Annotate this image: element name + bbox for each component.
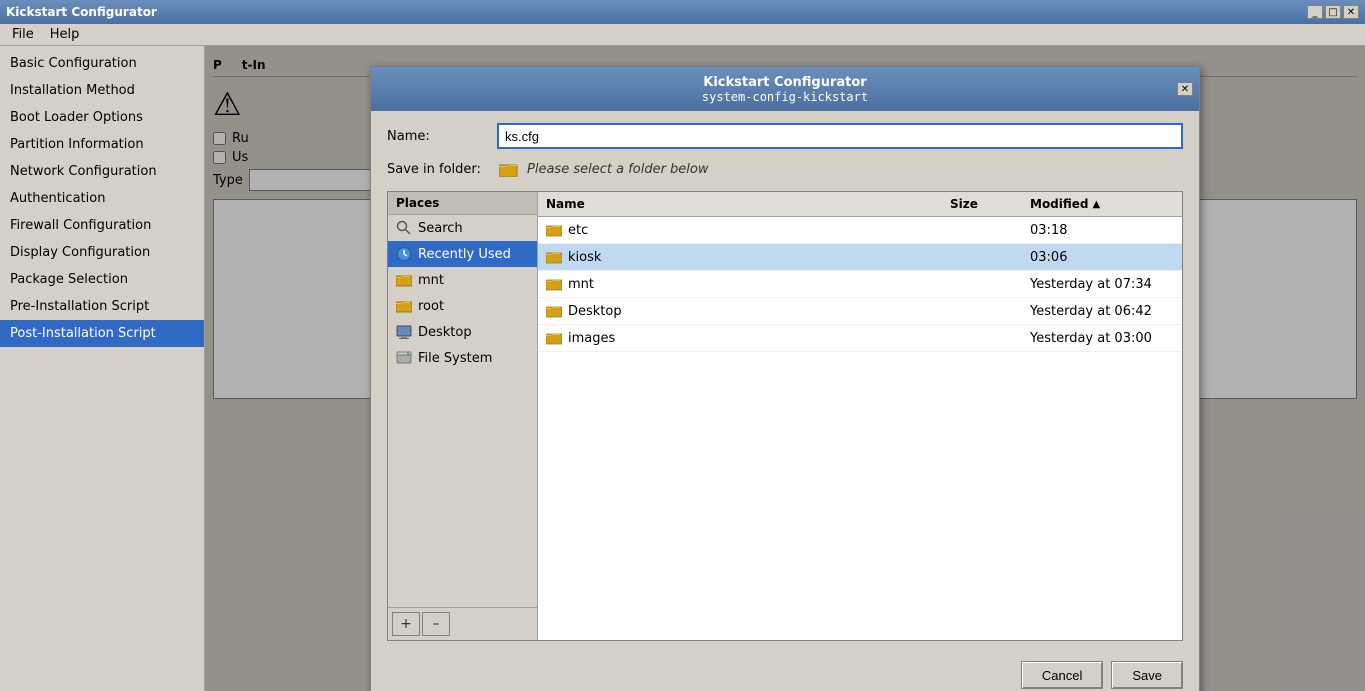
places-item-search[interactable]: Search (388, 215, 537, 241)
main-content: P t-In ⚠ Ru Us Type (205, 46, 1365, 691)
file-modified-etc: 03:18 (1022, 221, 1182, 240)
save-folder-row: Save in folder: Please select a folder b… (387, 159, 1183, 179)
folder-svg-icon (499, 161, 519, 177)
filename-input[interactable] (497, 123, 1183, 149)
file-row-mnt[interactable]: mnt Yesterday at 07:34 (538, 271, 1182, 298)
name-label: Name: (387, 129, 497, 144)
folder-browse-icon[interactable] (497, 159, 521, 179)
places-header: Places (388, 192, 537, 215)
modal-overlay: Kickstart Configurator system-config-kic… (205, 46, 1365, 691)
cancel-button[interactable]: Cancel (1021, 661, 1103, 689)
files-list: etc 03:18 (538, 217, 1182, 640)
sidebar-item-partition-info[interactable]: Partition Information (0, 131, 204, 158)
close-button[interactable]: ✕ (1343, 5, 1359, 19)
sidebar: Basic Configuration Installation Method … (0, 46, 205, 691)
file-name-images: images (538, 328, 942, 348)
filesystem-icon (396, 350, 412, 366)
folder-kiosk-icon (546, 249, 562, 265)
sidebar-item-firewall-config[interactable]: Firewall Configuration (0, 212, 204, 239)
minimize-button[interactable]: _ (1307, 5, 1323, 19)
file-name-mnt: mnt (538, 274, 942, 294)
app-title: Kickstart Configurator (6, 5, 157, 19)
sidebar-item-basic-config[interactable]: Basic Configuration (0, 50, 204, 77)
remove-place-button[interactable]: – (422, 612, 450, 636)
app-body: Basic Configuration Installation Method … (0, 46, 1365, 691)
dialog-title: Kickstart Configurator (703, 75, 866, 90)
sidebar-item-network-config[interactable]: Network Configuration (0, 158, 204, 185)
desktop-icon (396, 324, 412, 340)
file-size-etc (942, 228, 1022, 232)
places-item-filesystem[interactable]: File System (388, 345, 537, 371)
app-titlebar: Kickstart Configurator _ □ ✕ (0, 0, 1365, 24)
sidebar-item-package-selection[interactable]: Package Selection (0, 266, 204, 293)
file-row-desktop[interactable]: Desktop Yesterday at 06:42 (538, 298, 1182, 325)
file-modified-desktop: Yesterday at 06:42 (1022, 302, 1182, 321)
folder-root-icon (396, 298, 412, 314)
folder-mnt-file-icon (546, 276, 562, 292)
dialog-actions: Cancel Save (387, 653, 1183, 691)
folder-desktop-file-icon (546, 303, 562, 319)
sidebar-item-display-config[interactable]: Display Configuration (0, 239, 204, 266)
name-row: Name: (387, 123, 1183, 149)
search-icon (396, 220, 412, 236)
clock-icon (396, 246, 412, 262)
folder-images-icon (546, 330, 562, 346)
col-header-size[interactable]: Size (942, 195, 1022, 213)
places-item-mnt-label: mnt (418, 273, 444, 288)
places-panel: Places Search (388, 192, 538, 640)
places-item-mnt[interactable]: mnt (388, 267, 537, 293)
file-modified-mnt: Yesterday at 07:34 (1022, 275, 1182, 294)
places-item-desktop-label: Desktop (418, 325, 472, 340)
sidebar-item-authentication[interactable]: Authentication (0, 185, 204, 212)
files-panel: Name Size Modified ▲ (538, 192, 1182, 640)
places-item-root-label: root (418, 299, 444, 314)
places-item-recently-used[interactable]: Recently Used (388, 241, 537, 267)
add-place-button[interactable]: + (392, 612, 420, 636)
file-size-desktop (942, 309, 1022, 313)
save-dialog: Kickstart Configurator system-config-kic… (370, 66, 1200, 691)
file-row-kiosk[interactable]: kiosk 03:06 (538, 244, 1182, 271)
titlebar-buttons: _ □ ✕ (1307, 5, 1359, 19)
save-folder-label: Save in folder: (387, 162, 497, 177)
places-item-filesystem-label: File System (418, 351, 492, 366)
menu-file[interactable]: File (4, 25, 42, 44)
file-name-etc: etc (538, 220, 942, 240)
maximize-button[interactable]: □ (1325, 5, 1341, 19)
places-bottom-bar: + – (388, 607, 537, 640)
sidebar-item-pre-install[interactable]: Pre-Installation Script (0, 293, 204, 320)
file-row-etc[interactable]: etc 03:18 (538, 217, 1182, 244)
col-header-modified[interactable]: Modified ▲ (1022, 195, 1182, 213)
folder-etc-icon (546, 222, 562, 238)
file-size-mnt (942, 282, 1022, 286)
places-item-root[interactable]: root (388, 293, 537, 319)
app-window: Kickstart Configurator _ □ ✕ File Help B… (0, 0, 1365, 691)
places-item-desktop[interactable]: Desktop (388, 319, 537, 345)
file-browser: Places Search (387, 191, 1183, 641)
menu-help[interactable]: Help (42, 25, 88, 44)
file-name-desktop: Desktop (538, 301, 942, 321)
file-size-kiosk (942, 255, 1022, 259)
files-header: Name Size Modified ▲ (538, 192, 1182, 217)
save-button[interactable]: Save (1111, 661, 1183, 689)
dialog-body: Name: Save in folder: (371, 111, 1199, 691)
folder-mnt-icon (396, 272, 412, 288)
sort-desc-icon: ▲ (1093, 199, 1101, 210)
file-row-images[interactable]: images Yesterday at 03:00 (538, 325, 1182, 352)
file-name-kiosk: kiosk (538, 247, 942, 267)
file-modified-images: Yesterday at 03:00 (1022, 329, 1182, 348)
col-header-name[interactable]: Name (538, 195, 942, 213)
sidebar-item-boot-loader[interactable]: Boot Loader Options (0, 104, 204, 131)
dialog-close-button[interactable]: ✕ (1177, 82, 1193, 96)
save-folder-placeholder: Please select a folder below (527, 162, 709, 177)
dialog-subtitle: system-config-kickstart (702, 90, 868, 104)
places-item-search-label: Search (418, 221, 463, 236)
menubar: File Help (0, 24, 1365, 46)
places-item-recently-used-label: Recently Used (418, 247, 511, 262)
file-modified-kiosk: 03:06 (1022, 248, 1182, 267)
file-size-images (942, 336, 1022, 340)
sidebar-item-install-method[interactable]: Installation Method (0, 77, 204, 104)
sidebar-item-post-install[interactable]: Post-Installation Script (0, 320, 204, 347)
dialog-titlebar: Kickstart Configurator system-config-kic… (371, 67, 1199, 111)
